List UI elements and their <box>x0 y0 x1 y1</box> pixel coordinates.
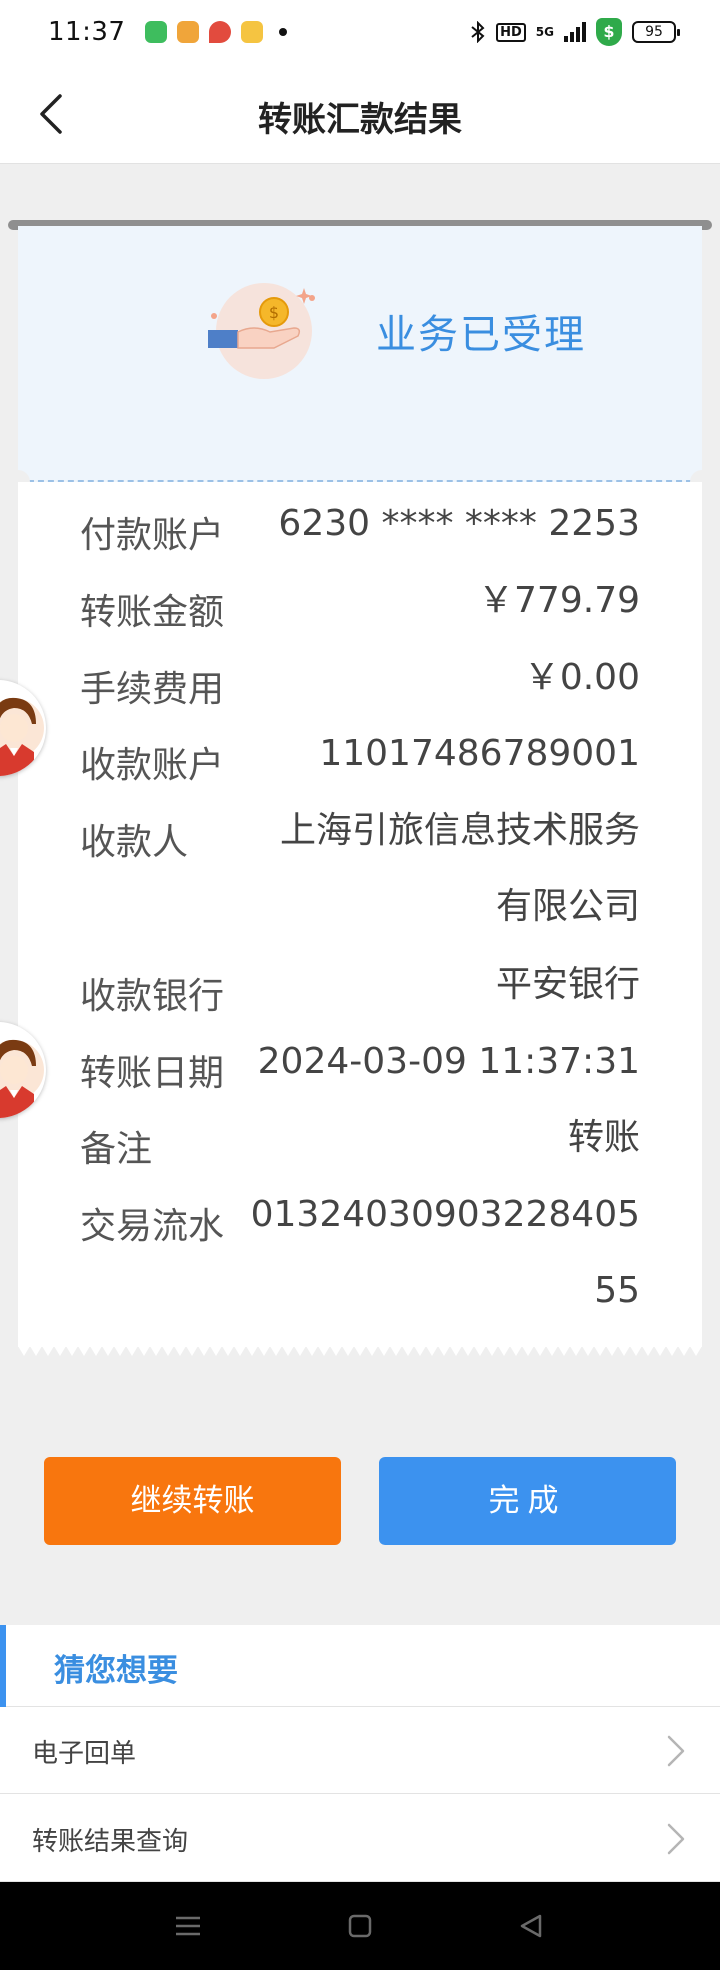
signal-icon <box>564 22 586 42</box>
detail-value: 平安银行 <box>495 964 640 1005</box>
detail-label: 付款账户 <box>80 515 225 556</box>
detail-value: ￥779.79 <box>478 580 640 621</box>
detail-value: 0132403090322840555 <box>250 1194 640 1311</box>
chevron-right-icon <box>667 1735 685 1767</box>
result-status-text: 业务已受理 <box>376 312 586 358</box>
chevron-right-icon <box>667 1823 685 1855</box>
suggestion-label: 电子回单 <box>32 1739 137 1769</box>
app-header: 转账汇款结果 <box>0 64 720 164</box>
suggestions-accent-bar <box>0 1625 6 1707</box>
detail-value: 11017486789001 <box>319 733 640 774</box>
receipt-card: $ 业务已受理 付款账户 6230 **** **** 2253 转账金额 ￥7… <box>6 226 714 1361</box>
hd-badge: HD <box>496 22 526 42</box>
detail-label: 收款银行 <box>80 976 225 1017</box>
detail-row-payee-account: 收款账户 11017486789001 <box>80 733 640 788</box>
detail-label: 手续费用 <box>80 669 225 710</box>
result-banner: $ 业务已受理 <box>18 226 702 482</box>
continue-transfer-button[interactable]: 继续转账 <box>44 1457 341 1545</box>
detail-row-payer-account: 付款账户 6230 **** **** 2253 <box>80 503 640 558</box>
notes-app-icon <box>241 21 264 43</box>
detail-row-remark: 备注 转账 <box>80 1117 640 1172</box>
detail-row-transaction-id: 交易流水 0132403090322840555 <box>80 1194 640 1325</box>
back-nav-icon[interactable] <box>516 1910 548 1942</box>
detail-label: 交易流水 <box>80 1206 225 1247</box>
battery-icon: 95 <box>632 21 680 43</box>
status-time: 11:37 <box>48 17 126 47</box>
detail-row-fee: 手续费用 ￥0.00 <box>80 657 640 712</box>
hand-coin-icon: $ <box>208 283 315 379</box>
detail-row-amount: 转账金额 ￥779.79 <box>80 580 640 635</box>
location-pin-icon <box>209 21 232 43</box>
menu-icon[interactable] <box>172 1910 204 1942</box>
detail-value: ￥0.00 <box>523 657 640 698</box>
svg-text:$: $ <box>269 303 279 322</box>
message-app-icon <box>145 21 168 43</box>
detail-value: 2024-03-09 11:37:31 <box>257 1041 640 1082</box>
detail-row-payee-name: 收款人 上海引旅信息技术服务有限公司 <box>80 810 640 941</box>
detail-value: 上海引旅信息技术服务有限公司 <box>279 810 640 927</box>
suggestion-item-transfer-query[interactable]: 转账结果查询 <box>0 1795 720 1882</box>
suggestions-panel: 猜您想要 电子回单 转账结果查询 <box>0 1625 720 1882</box>
suggestions-header: 猜您想要 <box>0 1625 720 1707</box>
bluetooth-icon <box>471 21 485 43</box>
security-shield-icon: $ <box>596 18 622 46</box>
transfer-details: 付款账户 6230 **** **** 2253 转账金额 ￥779.79 手续… <box>18 482 702 1347</box>
notification-icons <box>145 21 288 43</box>
receipt-zigzag-edge <box>18 1344 702 1356</box>
status-bar: 11:37 HD 5G $ 95 <box>0 0 720 64</box>
detail-label: 转账金额 <box>80 592 225 633</box>
detail-row-transfer-date: 转账日期 2024-03-09 11:37:31 <box>80 1041 640 1096</box>
suggestion-label: 转账结果查询 <box>32 1827 189 1857</box>
detail-label: 收款账户 <box>80 745 225 786</box>
suggestions-title: 猜您想要 <box>54 1653 178 1689</box>
system-nav-bar <box>0 1882 720 1970</box>
detail-label: 收款人 <box>80 822 189 863</box>
detail-label: 备注 <box>80 1129 153 1170</box>
network-type: 5G <box>535 25 554 39</box>
more-notifications-icon <box>279 28 288 36</box>
app-notification-icon <box>177 21 200 43</box>
detail-label: 转账日期 <box>80 1053 225 1094</box>
suggestion-item-e-receipt[interactable]: 电子回单 <box>0 1707 720 1794</box>
home-icon[interactable] <box>344 1910 376 1942</box>
detail-value: 转账 <box>567 1117 640 1158</box>
done-button[interactable]: 完成 <box>379 1457 676 1545</box>
page-title: 转账汇款结果 <box>258 100 462 140</box>
detail-row-payee-bank: 收款银行 平安银行 <box>80 964 640 1019</box>
detail-value: 6230 **** **** 2253 <box>278 503 640 544</box>
